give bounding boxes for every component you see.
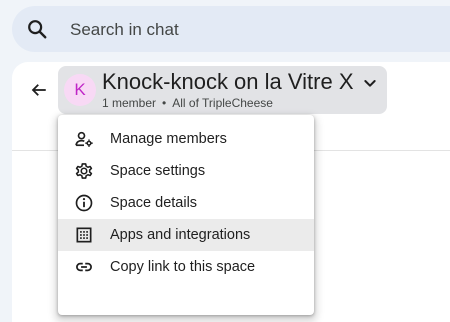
- menu-item-manage-members[interactable]: Manage members: [58, 123, 314, 155]
- member-count: 1 member: [102, 96, 157, 110]
- menu-item-space-settings[interactable]: Space settings: [58, 155, 314, 187]
- search-icon[interactable]: [26, 18, 48, 40]
- gear-icon: [75, 163, 93, 179]
- menu-item-label: Space settings: [110, 163, 206, 179]
- avatar-letter: K: [74, 80, 86, 99]
- avatar: K: [64, 74, 96, 106]
- space-menu: Manage members Space settings Space deta…: [58, 115, 314, 315]
- menu-item-label: Copy link to this space: [110, 259, 256, 275]
- space-header-button[interactable]: K Knock-knock on la Vitre X 1 member • All…: [58, 66, 387, 114]
- info-icon: [75, 194, 93, 212]
- subtitle-separator: •: [162, 96, 167, 110]
- arrow-back-icon: [31, 84, 46, 96]
- back-button[interactable]: [26, 77, 52, 103]
- space-title: Knock-knock on la Vitre X: [102, 69, 354, 94]
- search-input[interactable]: [68, 17, 450, 43]
- space-subtitle: 1 member • All of TripleCheese: [102, 96, 273, 110]
- menu-item-label: Manage members: [110, 131, 227, 147]
- manage-members-icon: [75, 131, 93, 147]
- apps-grid-icon: [76, 227, 92, 243]
- menu-item-copy-link[interactable]: Copy link to this space: [58, 251, 314, 283]
- space-audience: All of TripleCheese: [172, 96, 273, 110]
- menu-item-apps-and-integrations[interactable]: Apps and integrations: [58, 219, 314, 251]
- search-bar[interactable]: [12, 6, 450, 52]
- chevron-down-icon: [364, 80, 376, 87]
- menu-item-label: Apps and integrations: [110, 227, 251, 243]
- menu-item-space-details[interactable]: Space details: [58, 187, 314, 219]
- menu-item-label: Space details: [110, 195, 198, 211]
- link-icon: [76, 262, 92, 272]
